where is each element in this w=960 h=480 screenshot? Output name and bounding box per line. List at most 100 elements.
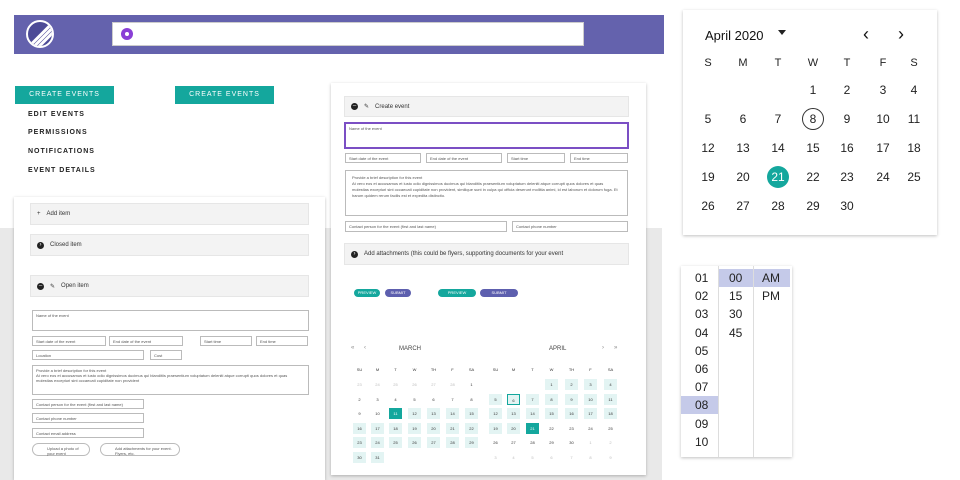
calendar-day[interactable]: 3: [872, 79, 894, 101]
mini-cal-day[interactable]: 3: [584, 379, 597, 390]
mini-cal-day[interactable]: 16: [565, 408, 578, 419]
mini-cal-day[interactable]: 24: [371, 437, 384, 448]
prev-month-chevron-icon[interactable]: ‹: [863, 24, 869, 45]
mini-cal-day[interactable]: 14: [526, 408, 539, 419]
calendar-day[interactable]: 20: [732, 166, 754, 188]
center-end-time-input[interactable]: End time: [570, 153, 628, 163]
end-date-input[interactable]: End date of the event: [109, 336, 183, 346]
mini-cal-day-outside[interactable]: 25: [389, 379, 402, 390]
calendar-day[interactable]: 17: [872, 137, 894, 159]
mini-cal-day-outside[interactable]: 2: [604, 437, 617, 448]
closed-item-row[interactable]: › Closed item: [30, 234, 309, 256]
calendar-day[interactable]: 24: [872, 166, 894, 188]
calendar-day[interactable]: 23: [836, 166, 858, 188]
center-contact-phone-input[interactable]: Contact phone number: [512, 221, 628, 232]
mini-cal-day[interactable]: 11: [604, 393, 617, 405]
mini-cal-day[interactable]: 1: [465, 379, 478, 390]
calendar-day[interactable]: 7: [767, 108, 789, 130]
menu-item-edit-events[interactable]: EDIT EVENTS: [28, 111, 85, 118]
calendar-day[interactable]: 4: [903, 79, 925, 101]
calendar-day[interactable]: 26: [697, 195, 719, 217]
create-events-button[interactable]: CREATE EVENTS: [15, 86, 114, 104]
center-end-date-input[interactable]: End date of the event: [426, 153, 502, 163]
calendar-day[interactable]: 9: [836, 108, 858, 130]
calendar-day[interactable]: 28: [767, 195, 789, 217]
attachments-row[interactable]: › Add attachments (this could be flyers, …: [344, 243, 629, 265]
hour-option[interactable]: 02: [681, 287, 718, 305]
mini-cal-day[interactable]: 15: [545, 408, 558, 419]
mini-cal-day[interactable]: 23: [565, 423, 578, 434]
mini-cal-day-outside[interactable]: 5: [526, 452, 539, 463]
add-attachments-button[interactable]: Add attachments for your event. Flyers, …: [100, 443, 180, 456]
start-date-input[interactable]: Start date of the event: [32, 336, 106, 346]
mini-cal-day[interactable]: 22: [545, 423, 558, 434]
mini-cal-day[interactable]: 28: [446, 437, 459, 448]
calendar-day[interactable]: 16: [836, 137, 858, 159]
mini-cal-day-outside[interactable]: 1: [584, 437, 597, 448]
center-start-time-input[interactable]: Start time: [507, 153, 565, 163]
hour-option[interactable]: 01: [681, 269, 718, 287]
calendar-day[interactable]: 25: [903, 166, 925, 188]
create-events-button-alt[interactable]: CREATE EVENTS: [175, 86, 274, 104]
mini-cal-day-outside[interactable]: 24: [371, 379, 384, 390]
mini-cal-day[interactable]: 17: [584, 408, 597, 419]
hour-option[interactable]: 04: [681, 324, 718, 342]
mini-cal-day[interactable]: 25: [604, 423, 617, 434]
mini-cal-day[interactable]: 4: [389, 394, 402, 405]
mini-cal-day[interactable]: 25: [389, 437, 402, 448]
calendar-day[interactable]: 22: [802, 166, 824, 188]
contact-phone-input[interactable]: Contact phone number: [32, 413, 144, 423]
mini-cal-day[interactable]: 7: [446, 394, 459, 405]
mini-cal-day[interactable]: 2: [353, 394, 366, 405]
mini-cal-day-outside[interactable]: 28: [446, 379, 459, 390]
mini-cal-day[interactable]: 5: [489, 393, 502, 405]
mini-cal-day[interactable]: 21: [446, 422, 459, 434]
mini-cal-day-outside[interactable]: 3: [489, 452, 502, 463]
prev-year-icon[interactable]: «: [351, 345, 354, 351]
calendar-day[interactable]: 10: [872, 108, 894, 130]
add-item-row[interactable]: + Add item: [30, 203, 309, 225]
next-month-chevron-icon[interactable]: ›: [898, 24, 904, 45]
location-input[interactable]: Location: [32, 350, 144, 360]
calendar-day[interactable]: 29: [802, 195, 824, 217]
mini-cal-day[interactable]: 4: [604, 379, 617, 390]
open-item-row[interactable]: – ✎ Open item: [30, 275, 309, 297]
hour-option[interactable]: 03: [681, 305, 718, 323]
next-year-icon[interactable]: »: [614, 345, 617, 351]
mini-cal-day[interactable]: 12: [408, 408, 421, 419]
contact-person-input[interactable]: Contact person for the event (first and …: [32, 399, 144, 409]
mini-cal-day[interactable]: 16: [353, 422, 366, 434]
mini-cal-day[interactable]: 27: [427, 437, 440, 448]
submit-button[interactable]: SUBMIT: [385, 289, 411, 297]
mini-cal-day[interactable]: 26: [408, 437, 421, 448]
mini-cal-day[interactable]: 10: [371, 408, 384, 419]
calendar-day[interactable]: 13: [732, 137, 754, 159]
mini-cal-day[interactable]: 12: [489, 408, 502, 419]
minute-option[interactable]: 30: [719, 305, 753, 323]
hour-option[interactable]: 05: [681, 342, 718, 360]
mini-cal-day-outside[interactable]: 27: [427, 379, 440, 390]
mini-cal-day[interactable]: 26: [489, 437, 502, 448]
hour-option[interactable]: 09: [681, 415, 718, 433]
mini-cal-day[interactable]: 8: [465, 394, 478, 405]
mini-cal-day[interactable]: 3: [371, 394, 384, 405]
mini-cal-day-outside[interactable]: 26: [408, 379, 421, 390]
menu-item-notifications[interactable]: NOTIFICATIONS: [28, 148, 95, 155]
center-contact-person-input[interactable]: Contact person for the event (first and …: [345, 221, 507, 232]
mini-cal-day-outside[interactable]: 7: [565, 452, 578, 463]
cost-input[interactable]: Cost: [150, 350, 182, 360]
mini-cal-day[interactable]: 17: [371, 422, 384, 434]
mini-cal-day[interactable]: 18: [604, 408, 617, 419]
mini-cal-day[interactable]: 20: [427, 422, 440, 434]
event-name-input-focused[interactable]: Name of the event: [344, 122, 629, 149]
create-event-header[interactable]: – ✎ Create event: [344, 96, 629, 117]
prev-month-icon[interactable]: ‹: [364, 345, 366, 351]
mini-cal-day[interactable]: 13: [427, 408, 440, 419]
mini-cal-day[interactable]: 19: [489, 422, 502, 434]
center-start-date-input[interactable]: Start date of the event: [345, 153, 421, 163]
mini-cal-day[interactable]: 29: [465, 437, 478, 448]
mini-cal-day[interactable]: 6: [427, 394, 440, 405]
calendar-day[interactable]: 11: [903, 108, 925, 130]
preview-button-alt[interactable]: PREVIEW: [438, 289, 476, 297]
mini-cal-day[interactable]: 1: [545, 379, 558, 390]
